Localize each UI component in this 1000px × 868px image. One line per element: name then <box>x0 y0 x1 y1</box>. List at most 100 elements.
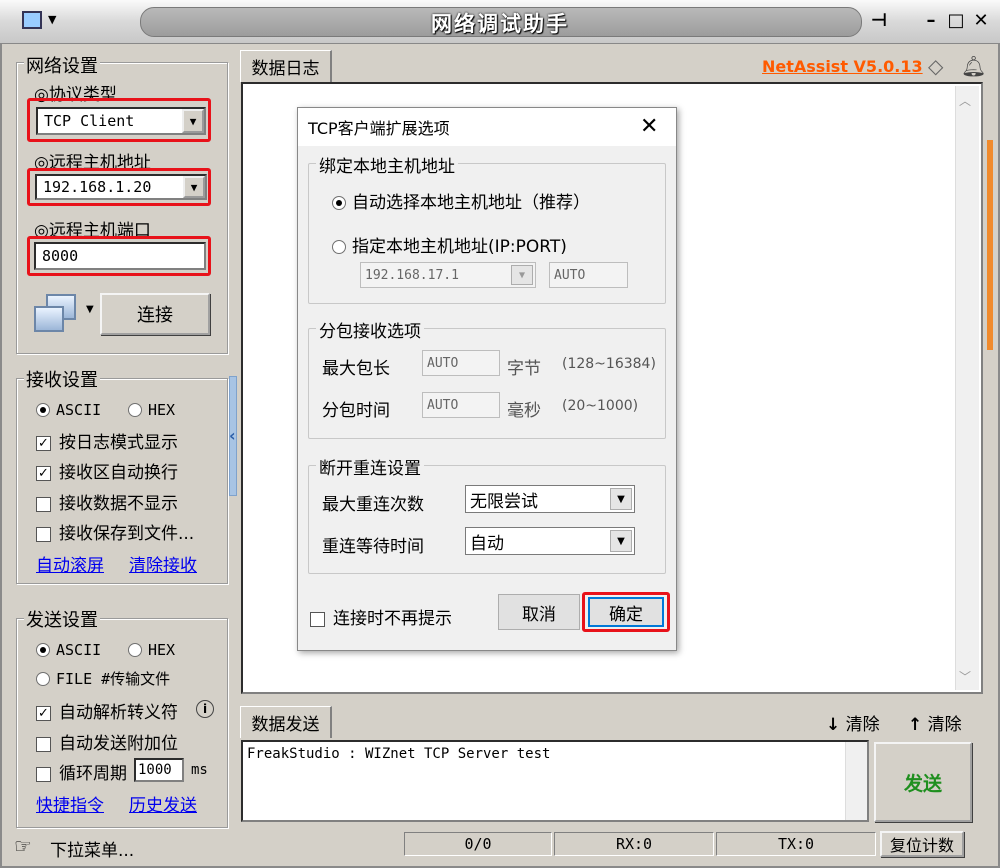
history-send-link[interactable]: 历史发送 <box>129 791 197 816</box>
chevron-down-icon[interactable]: ▼ <box>610 530 632 552</box>
network-settings-label: 网络设置 <box>24 52 100 78</box>
tab-data-log[interactable]: 数据日志 <box>240 50 332 82</box>
clear-receive-link[interactable]: 清除接收 <box>129 551 197 576</box>
pointing-hand-icon[interactable]: ☞ <box>14 834 32 858</box>
info-icon[interactable]: i <box>196 700 214 718</box>
checkbox-icon <box>36 736 51 752</box>
receive-hex-radio[interactable]: HEX <box>128 400 175 420</box>
bind-manual-radio[interactable]: 指定本地主机地址(IP:PORT) <box>332 232 567 257</box>
receive-option-hide[interactable]: 接收数据不显示 <box>36 489 178 514</box>
no-prompt-checkbox[interactable]: 连接时不再提示 <box>310 604 452 629</box>
chevron-down-icon[interactable]: ▼ <box>610 488 632 510</box>
retry-wait-select[interactable]: 自动 ▼ <box>465 527 635 555</box>
checkbox-icon <box>310 611 325 627</box>
host-select[interactable]: 192.168.1.20 ▼ <box>35 174 207 200</box>
bind-ip-select[interactable]: 192.168.17.1 ▼ <box>360 262 536 288</box>
ok-button[interactable]: 确定 <box>588 597 664 627</box>
bind-ip-value: 192.168.17.1 <box>365 267 459 283</box>
max-len-input[interactable]: AUTO <box>422 350 500 376</box>
send-option-loop[interactable]: 循环周期 <box>36 759 127 784</box>
arrow-up-left-icon: ↑ <box>908 715 923 735</box>
receive-option-save[interactable]: 接收保存到文件... <box>36 519 194 544</box>
bind-auto-radio[interactable]: 自动选择本地主机地址（推荐） <box>332 188 590 213</box>
send-option-label: 自动解析转义符 <box>59 703 178 723</box>
reset-count-button[interactable]: 复位计数 <box>880 831 964 857</box>
send-button[interactable]: 发送 <box>874 742 972 822</box>
split-time-range: (20~1000) <box>562 398 639 414</box>
checkbox-checked-icon: ✓ <box>36 435 51 451</box>
tab-data-send[interactable]: 数据发送 <box>240 706 332 738</box>
clear-label: 清除 <box>927 715 962 735</box>
send-option-escape[interactable]: ✓ 自动解析转义符 <box>36 698 178 723</box>
bind-manual-label: 指定本地主机地址(IP:PORT) <box>352 237 567 257</box>
status-rx: RX:0 <box>554 832 714 856</box>
clear-label: 清除 <box>845 715 880 735</box>
chevron-down-icon[interactable]: ▼ <box>182 109 204 133</box>
max-len-range: (128~16384) <box>562 356 656 372</box>
minimize-button[interactable]: – <box>918 8 944 34</box>
diamond-icon[interactable]: ◇ <box>928 54 943 78</box>
status-counter: 0/0 <box>404 832 552 856</box>
bind-port-input[interactable]: AUTO <box>549 262 628 288</box>
connection-icon[interactable] <box>32 292 80 336</box>
dialog-title-bar[interactable]: TCP客户端扩展选项 <box>298 108 676 146</box>
dropdown-menu-label[interactable]: 下拉菜单... <box>50 836 134 861</box>
send-option-append[interactable]: 自动发送附加位 <box>36 729 178 754</box>
close-button[interactable]: ✕ <box>968 8 994 34</box>
receive-hex-label: HEX <box>148 401 176 419</box>
dialog-close-icon[interactable]: ✕ <box>640 114 658 139</box>
loop-period-input[interactable]: 1000 <box>134 758 184 782</box>
connect-button[interactable]: 连接 <box>100 293 210 335</box>
log-scrollbar[interactable] <box>955 86 979 690</box>
radio-icon <box>332 240 346 254</box>
packet-options-group <box>308 328 666 439</box>
receive-option-label: 按日志模式显示 <box>59 433 178 453</box>
receive-ascii-radio[interactable]: ASCII <box>36 400 101 420</box>
send-text-area[interactable]: FreakStudio : WIZnet TCP Server test <box>241 740 869 822</box>
retry-wait-value: 自动 <box>470 533 504 554</box>
protocol-select[interactable]: TCP Client ▼ <box>36 107 206 135</box>
pin-icon[interactable]: ⊣ <box>866 8 892 34</box>
caret-down-icon[interactable]: ▼ <box>86 304 94 315</box>
max-retry-select[interactable]: 无限尝试 ▼ <box>465 485 635 513</box>
receive-option-wrap[interactable]: ✓ 接收区自动换行 <box>36 458 178 483</box>
receive-option-log-mode[interactable]: ✓ 按日志模式显示 <box>36 428 178 453</box>
collapse-chevron-icon[interactable]: ‹ <box>229 426 236 445</box>
clear-send-button-2[interactable]: ↑ 清除 <box>908 710 962 735</box>
split-time-input[interactable]: AUTO <box>422 392 500 418</box>
receive-ascii-label: ASCII <box>56 401 102 419</box>
split-time-value: AUTO <box>427 397 459 413</box>
scroll-down-arrow-icon[interactable]: ﹀ <box>959 668 971 685</box>
auto-scroll-link[interactable]: 自动滚屏 <box>36 551 104 576</box>
radio-selected-icon <box>36 643 50 657</box>
radio-selected-icon <box>332 196 346 210</box>
maximize-button[interactable]: □ <box>943 8 969 34</box>
send-scrollbar[interactable] <box>845 742 867 820</box>
port-input[interactable]: 8000 <box>34 242 206 270</box>
send-hex-radio[interactable]: HEX <box>128 640 175 660</box>
max-len-value: AUTO <box>427 355 459 371</box>
checkbox-icon <box>36 766 51 782</box>
app-menu-icon[interactable]: ▼ <box>22 9 70 33</box>
host-value: 192.168.1.20 <box>43 178 152 196</box>
no-prompt-label: 连接时不再提示 <box>333 609 452 629</box>
dialog-title: TCP客户端扩展选项 <box>308 119 450 138</box>
send-ascii-radio[interactable]: ASCII <box>36 640 101 660</box>
title-bar[interactable]: 网络调试助手 ▼ ⊣ – □ ✕ <box>0 0 1000 44</box>
chevron-down-icon[interactable]: ▼ <box>511 265 533 285</box>
send-option-label: 自动发送附加位 <box>59 734 178 754</box>
chevron-down-icon[interactable]: ▼ <box>183 176 205 198</box>
clear-send-button-1[interactable]: ↓ 清除 <box>826 710 880 735</box>
shortcut-command-link[interactable]: 快捷指令 <box>36 791 104 816</box>
brand-label[interactable]: NetAssist V5.0.13 <box>762 57 923 76</box>
scroll-up-arrow-icon[interactable]: ︿ <box>959 92 971 109</box>
cancel-button[interactable]: 取消 <box>498 594 580 630</box>
loop-period-value: 1000 <box>138 762 172 778</box>
bind-address-label: 绑定本地主机地址 <box>316 152 458 177</box>
window-edge-accent <box>987 140 993 350</box>
status-tx: TX:0 <box>716 832 876 856</box>
send-text-content: FreakStudio : WIZnet TCP Server test <box>247 746 551 762</box>
reconnect-group <box>308 465 666 574</box>
send-file-radio[interactable]: FILE #传输文件 <box>36 668 170 689</box>
bell-icon[interactable]: 🔔︎ <box>961 54 986 78</box>
